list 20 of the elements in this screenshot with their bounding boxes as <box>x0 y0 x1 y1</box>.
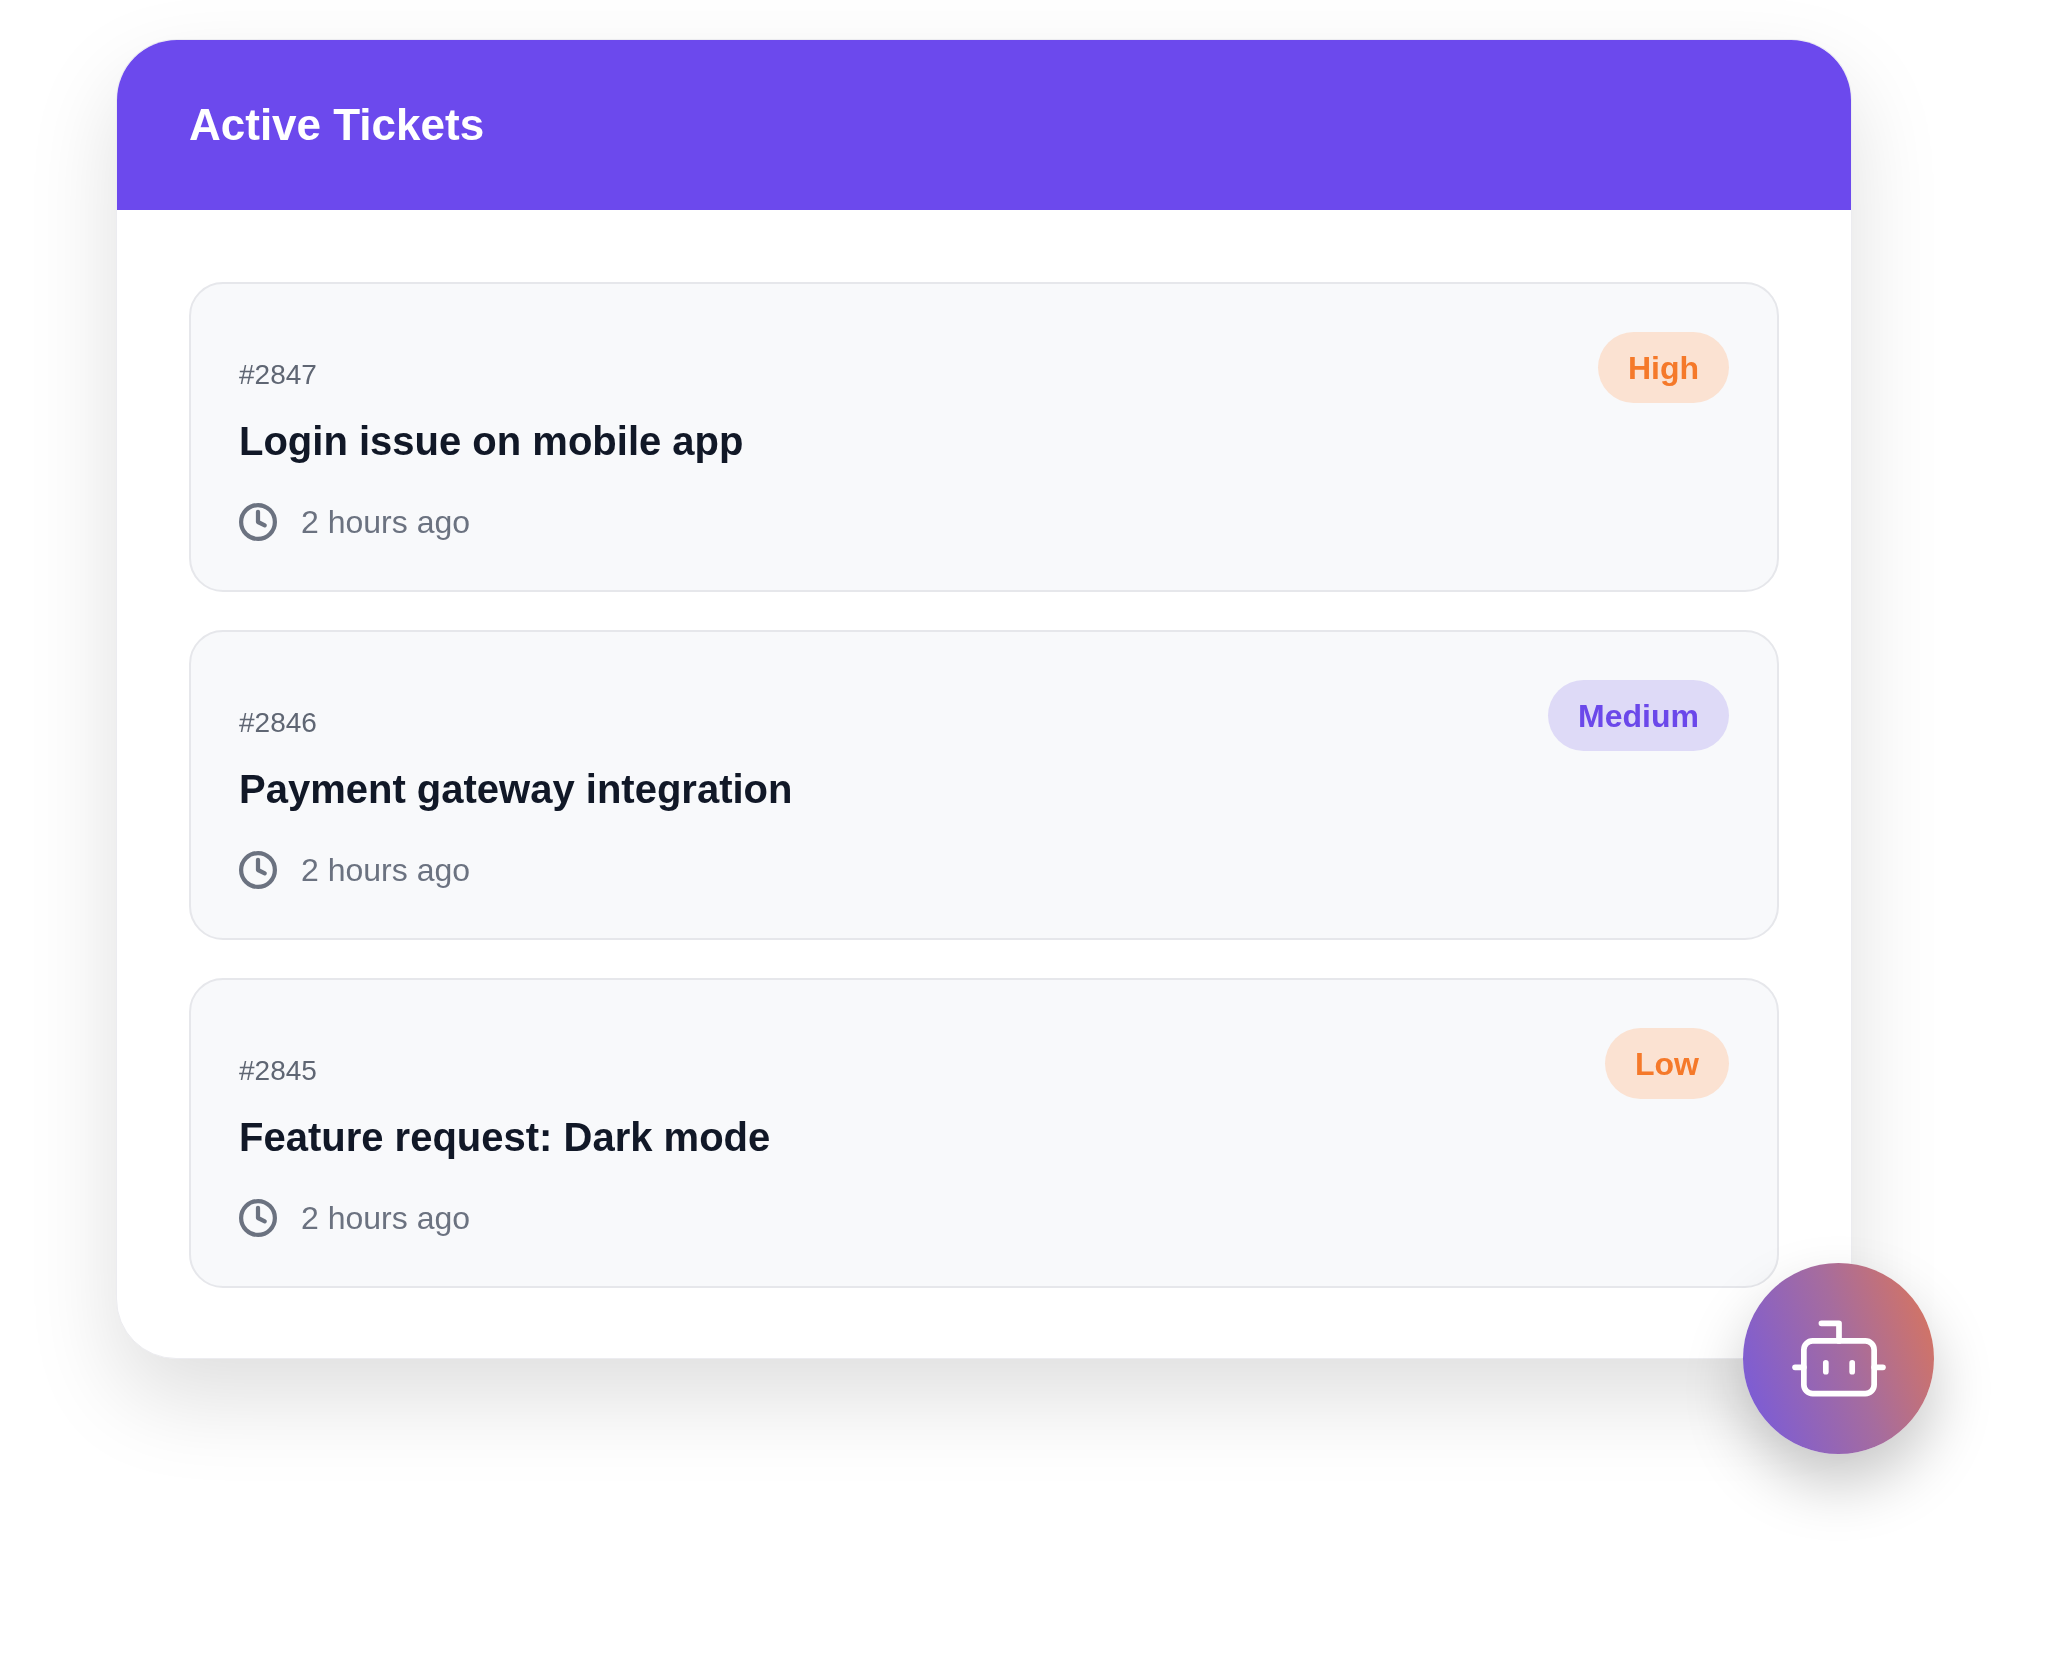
panel-title: Active Tickets <box>189 99 485 151</box>
clock-icon <box>239 503 277 541</box>
priority-badge: High <box>1597 332 1729 403</box>
ticket-title: Feature request: Dark mode <box>239 1114 772 1161</box>
clock-icon <box>239 851 277 889</box>
ticket-card[interactable]: #2845 Low Feature request: Dark mode 2 hours ago <box>189 978 1779 1288</box>
ticket-time: 2 hours ago <box>301 503 470 542</box>
priority-badge: Medium <box>1548 680 1729 751</box>
ticket-time: 2 hours ago <box>301 851 470 890</box>
ticket-id: #2845 <box>239 1053 317 1088</box>
ticket-id: #2847 <box>239 357 317 392</box>
ticket-time: 2 hours ago <box>301 1199 470 1238</box>
ticket-title: Payment gateway integration <box>239 766 794 813</box>
ticket-id: #2846 <box>239 705 317 740</box>
ticket-card[interactable]: #2846 Medium Payment gateway integration 2 hours ago <box>189 630 1779 940</box>
clock-icon <box>239 1199 277 1237</box>
priority-badge: Low <box>1605 1028 1729 1099</box>
ticket-title: Login issue on mobile app <box>239 418 745 465</box>
ticket-card[interactable]: #2847 High Login issue on mobile app 2 hours ago <box>189 282 1779 592</box>
robot-icon <box>1791 1320 1886 1397</box>
